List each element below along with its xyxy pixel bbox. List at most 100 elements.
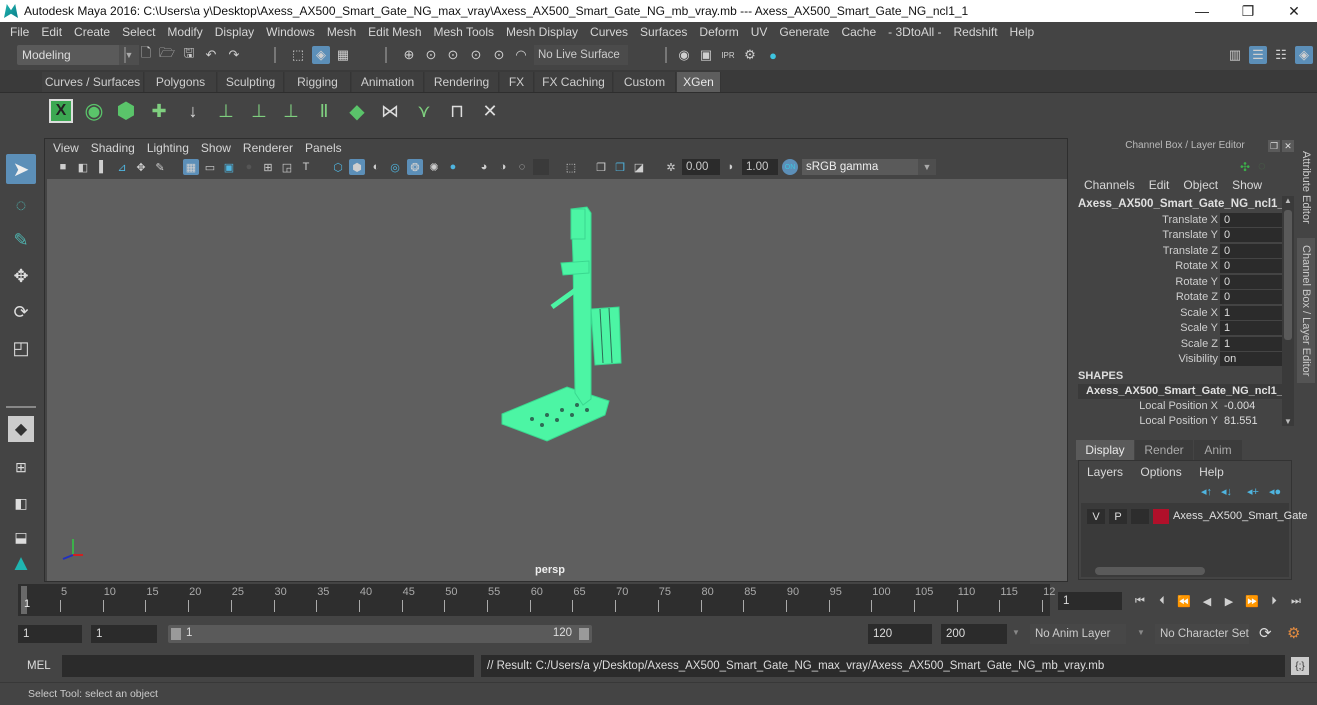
cb-menu-show[interactable]: Show xyxy=(1232,178,1262,192)
channel-row[interactable]: Rotate Y0 xyxy=(1074,275,1282,290)
menu-3dtoall[interactable]: - 3DtoAll - xyxy=(882,25,947,39)
move-layer-up-icon[interactable]: ◂↑ xyxy=(1201,485,1212,498)
select-object-icon[interactable]: ◈ xyxy=(312,46,330,64)
tab-custom[interactable]: Custom xyxy=(614,72,676,92)
channel-row[interactable]: Translate Z0 xyxy=(1074,244,1282,259)
safe-title-icon[interactable]: T xyxy=(298,159,314,175)
speed-icon[interactable]: ◌ xyxy=(1258,158,1266,173)
scroll-up-icon[interactable]: ▲ xyxy=(1284,196,1292,205)
step-back-frame-icon[interactable]: ⏴ xyxy=(1153,592,1171,610)
go-to-start-icon[interactable]: ⏮ xyxy=(1131,592,1149,610)
close-panel-icon[interactable]: ✕ xyxy=(1282,140,1294,152)
scroll-down-icon[interactable]: ▼ xyxy=(1284,417,1292,426)
guides-to-curves-icon[interactable]: Ⅱ xyxy=(310,96,338,126)
vp-menu-view[interactable]: View xyxy=(49,141,87,155)
channel-row[interactable]: Scale Z1 xyxy=(1074,337,1282,352)
menu-cache[interactable]: Cache xyxy=(835,25,882,39)
xgen-clear-preview-icon[interactable]: ⬢ xyxy=(112,96,140,126)
gate-mask-icon[interactable]: ● xyxy=(241,159,257,175)
menu-display[interactable]: Display xyxy=(209,25,260,39)
redo-icon[interactable]: ↷ xyxy=(225,46,243,64)
menu-mesh-tools[interactable]: Mesh Tools xyxy=(428,25,500,39)
menu-select[interactable]: Select xyxy=(116,25,161,39)
step-forward-key-icon[interactable]: ⏩ xyxy=(1243,592,1261,610)
menu-mesh-display[interactable]: Mesh Display xyxy=(500,25,584,39)
object-name[interactable]: Axess_AX500_Smart_Gate_NG_ncl1_1 xyxy=(1078,198,1290,210)
bend-guides-icon[interactable]: ⊓ xyxy=(443,96,471,126)
delete-guides-icon[interactable]: ✕ xyxy=(476,96,504,126)
bookmark-icon[interactable]: ▌ xyxy=(95,159,111,175)
snap-curve-icon[interactable]: ⊙ xyxy=(422,46,440,64)
film-gate-icon[interactable]: ▭ xyxy=(202,159,218,175)
multisample-aa-icon[interactable]: ◌ xyxy=(514,159,530,175)
tab-display-layers[interactable]: Display xyxy=(1076,440,1134,460)
le-menu-options[interactable]: Options xyxy=(1140,465,1181,479)
select-component-icon[interactable]: ▦ xyxy=(334,46,352,64)
tab-sculpting[interactable]: Sculpting xyxy=(218,72,284,92)
modeling-toolkit-icon[interactable]: ▥ xyxy=(1226,46,1244,64)
new-empty-layer-icon[interactable]: ◂+ xyxy=(1247,485,1259,498)
menu-help[interactable]: Help xyxy=(1004,25,1041,39)
exposure-field[interactable]: 0.00 xyxy=(682,159,720,175)
use-all-lights-icon[interactable]: ✺ xyxy=(426,159,442,175)
single-perspective-layout-icon[interactable]: ◆ xyxy=(8,416,34,442)
resolution-gate-icon[interactable]: ▣ xyxy=(221,159,237,175)
scene-model[interactable] xyxy=(47,179,1067,581)
gamma-field[interactable]: 1.00 xyxy=(742,159,778,175)
animation-start-field[interactable]: 1 xyxy=(18,625,82,643)
snap-grid-icon[interactable]: ⊕ xyxy=(400,46,418,64)
close-button[interactable]: ✕ xyxy=(1271,0,1317,22)
xray-joints-icon[interactable]: ❐ xyxy=(612,159,628,175)
rotate-tool-icon[interactable]: ⟳ xyxy=(6,297,36,327)
xray-components-icon[interactable]: ◪ xyxy=(631,159,647,175)
default-material-icon[interactable]: ◐ xyxy=(368,159,384,175)
save-scene-icon[interactable]: 🖫 xyxy=(180,45,198,64)
tab-rendering[interactable]: Rendering xyxy=(425,72,499,92)
add-guide-icon[interactable]: ⊥ xyxy=(212,96,240,126)
select-hierarchy-icon[interactable]: ⬚ xyxy=(289,46,307,64)
tab-curves-surfaces[interactable]: Curves / Surfaces xyxy=(42,72,144,92)
undo-icon[interactable]: ↶ xyxy=(202,46,220,64)
smooth-shade-icon[interactable]: ⬢ xyxy=(349,159,365,175)
scrollbar-thumb[interactable] xyxy=(1095,567,1205,575)
motion-blur-icon[interactable]: ◑ xyxy=(495,159,511,175)
xgen-preview-icon[interactable]: ◉ xyxy=(80,96,108,126)
vp-menu-show[interactable]: Show xyxy=(197,141,239,155)
go-to-end-icon[interactable]: ⏭ xyxy=(1287,592,1305,610)
vp-menu-panels[interactable]: Panels xyxy=(301,141,350,155)
menu-file[interactable]: File xyxy=(4,25,35,39)
range-start-handle[interactable] xyxy=(171,628,181,640)
menuset-dropdown[interactable]: Modeling ▼ xyxy=(17,45,139,65)
animation-preferences-icon[interactable]: ⚙ xyxy=(1287,624,1300,642)
range-slider[interactable]: 1 120 xyxy=(168,625,592,643)
layer-type-toggle[interactable] xyxy=(1131,509,1149,524)
snap-view-plane-icon[interactable]: ⊙ xyxy=(490,46,508,64)
menu-deform[interactable]: Deform xyxy=(693,25,744,39)
camera-attributes-icon[interactable]: ◧ xyxy=(75,159,91,175)
play-forwards-icon[interactable]: ▶ xyxy=(1220,592,1238,610)
tab-polygons[interactable]: Polygons xyxy=(145,72,217,92)
tab-anim-layers[interactable]: Anim xyxy=(1194,440,1242,460)
shape-name[interactable]: Axess_AX500_Smart_Gate_NG_ncl1_... xyxy=(1078,384,1292,399)
layer-name[interactable]: Axess_AX500_Smart_Gate xyxy=(1173,510,1308,522)
range-end-handle[interactable] xyxy=(579,628,589,640)
snap-projected-center-icon[interactable]: ⊙ xyxy=(467,46,485,64)
snap-point-icon[interactable]: ⊙ xyxy=(444,46,462,64)
grease-pencil-icon[interactable]: ✎ xyxy=(152,159,168,175)
3d-viewport[interactable]: persp xyxy=(47,179,1067,581)
le-menu-layers[interactable]: Layers xyxy=(1087,465,1123,479)
channel-row[interactable]: Visibility on xyxy=(1074,352,1282,367)
layer-visibility-toggle[interactable]: V xyxy=(1087,509,1105,524)
wireframe-icon[interactable]: ⬡ xyxy=(330,159,346,175)
select-tool-icon[interactable]: ➤ xyxy=(6,154,36,184)
attribute-editor-toggle-icon[interactable]: ☰ xyxy=(1249,46,1267,64)
attribute-editor-tab[interactable]: Attribute Editor xyxy=(1297,140,1315,235)
playback-start-field[interactable]: 1 xyxy=(91,625,157,643)
sculpt-guide-icon[interactable]: ⊥ xyxy=(245,96,273,126)
menu-generate[interactable]: Generate xyxy=(773,25,835,39)
live-surface-field[interactable]: No Live Surface xyxy=(534,45,628,65)
menu-create[interactable]: Create xyxy=(68,25,116,39)
tab-animation[interactable]: Animation xyxy=(352,72,424,92)
move-tool-icon[interactable]: ✥ xyxy=(6,261,36,291)
character-set-dropdown[interactable]: No Character Set xyxy=(1155,624,1249,644)
